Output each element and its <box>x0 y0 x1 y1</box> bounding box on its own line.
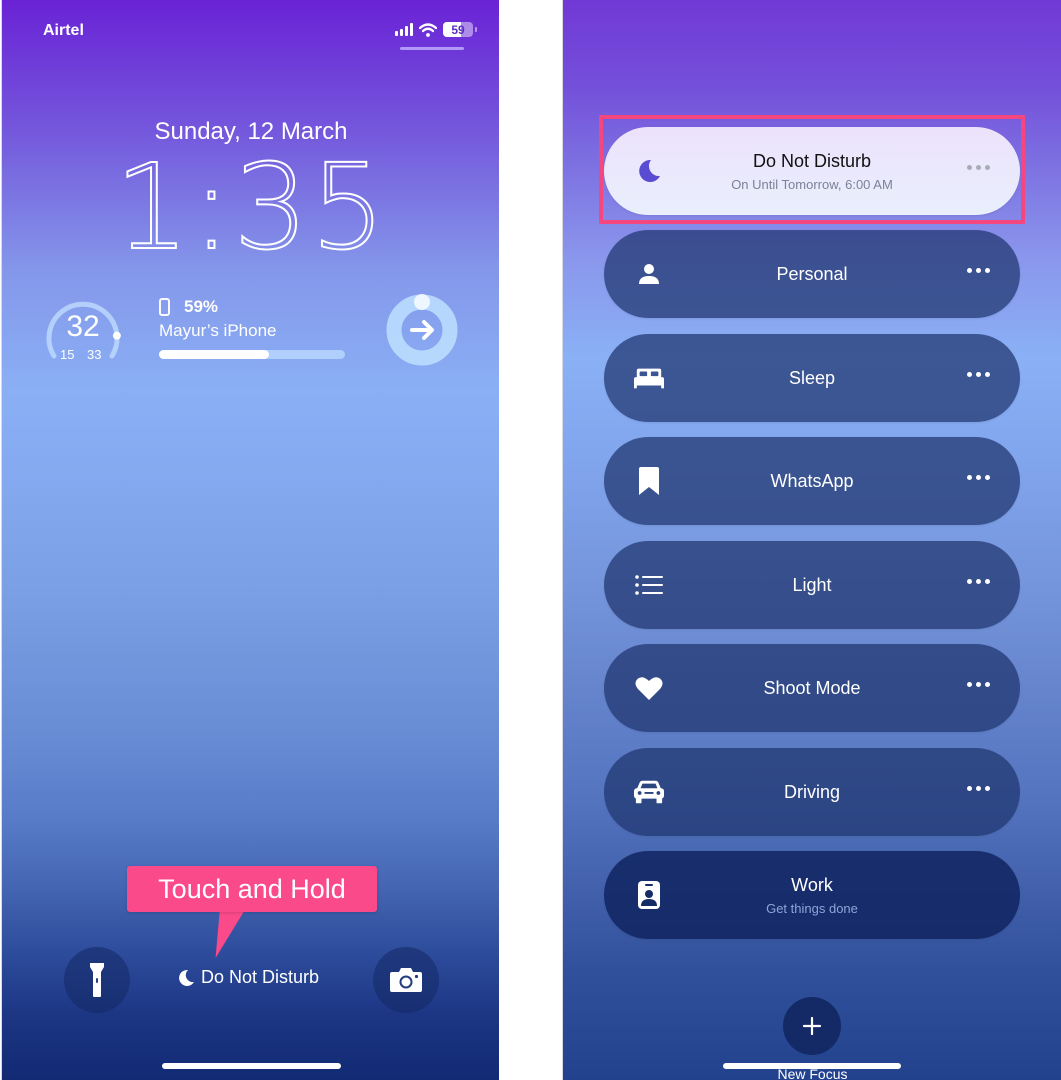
focus-item-title: Driving <box>783 781 840 802</box>
battery-level-bar <box>159 350 345 359</box>
focus-item-sleep[interactable]: Sleep <box>604 334 1020 422</box>
focus-item-whatsapp[interactable]: WhatsApp <box>604 437 1020 525</box>
battery-icon: 59 <box>443 22 473 37</box>
more-options-button[interactable] <box>967 682 990 687</box>
high-temperature: 33 <box>87 347 102 362</box>
weather-widget[interactable]: 32 15 33 <box>44 294 122 372</box>
moon-icon <box>179 969 194 986</box>
more-options-button[interactable] <box>967 786 990 791</box>
focus-menu-screen: Do Not Disturb On Until Tomorrow, 6:00 A… <box>562 0 1061 1080</box>
focus-item-shoot-mode[interactable]: Shoot Mode <box>604 644 1020 732</box>
current-temperature: 32 <box>66 310 100 343</box>
control-center-indicator[interactable] <box>400 47 464 50</box>
camera-icon <box>390 968 422 992</box>
lock-time: 1:35 <box>114 138 388 276</box>
cellular-signal-icon <box>395 23 413 36</box>
wifi-icon <box>419 22 437 37</box>
home-indicator[interactable] <box>162 1063 341 1069</box>
focus-item-personal[interactable]: Personal <box>604 230 1020 318</box>
plus-icon <box>802 1016 822 1036</box>
low-temperature: 15 <box>60 347 75 362</box>
focus-mode-shortcut[interactable]: Do Not Disturb <box>177 967 319 988</box>
more-options-button[interactable] <box>967 268 990 273</box>
new-focus-label: New Focus <box>777 1066 848 1080</box>
focus-item-title: Sleep <box>788 367 836 388</box>
focus-item-subtitle: Get things done <box>766 900 858 916</box>
callout-text: Touch and Hold <box>158 874 346 904</box>
focus-item-driving[interactable]: Driving <box>604 748 1020 836</box>
focus-item-light[interactable]: Light <box>604 541 1020 629</box>
iphone-icon <box>159 298 170 316</box>
carrier-label: Airtel <box>43 22 84 39</box>
arrow-right-icon <box>410 320 434 340</box>
activity-ring-widget[interactable] <box>385 293 459 367</box>
more-options-button[interactable] <box>967 475 990 480</box>
focus-mode-label: Do Not Disturb <box>201 967 320 987</box>
status-icons: 59 <box>395 22 477 37</box>
lock-screen: Airtel 59 Sunday, 12 March 1:35 32 15 33 <box>1 0 499 1080</box>
more-options-button[interactable] <box>967 579 990 584</box>
focus-item-title: Personal <box>776 263 848 284</box>
more-options-button[interactable] <box>967 372 990 377</box>
battery-level: 59 <box>451 22 465 37</box>
flashlight-icon <box>90 963 104 997</box>
device-name: Mayur’s iPhone <box>159 321 277 340</box>
focus-item-title: Light <box>792 574 832 595</box>
battery-widget[interactable]: 59% Mayur’s iPhone <box>159 296 349 359</box>
focus-item-work[interactable]: Work Get things done <box>604 851 1020 939</box>
focus-item-title: Work <box>791 874 833 895</box>
highlight-annotation <box>599 115 1025 224</box>
flashlight-button[interactable] <box>64 947 130 1013</box>
new-focus-button[interactable] <box>783 997 841 1055</box>
focus-item-title: WhatsApp <box>770 470 854 491</box>
battery-level-fill <box>159 350 269 359</box>
callout-pointer <box>207 908 246 958</box>
battery-percent: 59% <box>184 297 219 316</box>
focus-item-title: Shoot Mode <box>763 677 861 698</box>
ring-indicator <box>414 294 430 310</box>
touch-and-hold-callout: Touch and Hold <box>127 866 377 912</box>
camera-button[interactable] <box>373 947 439 1013</box>
battery-tip <box>475 27 477 32</box>
